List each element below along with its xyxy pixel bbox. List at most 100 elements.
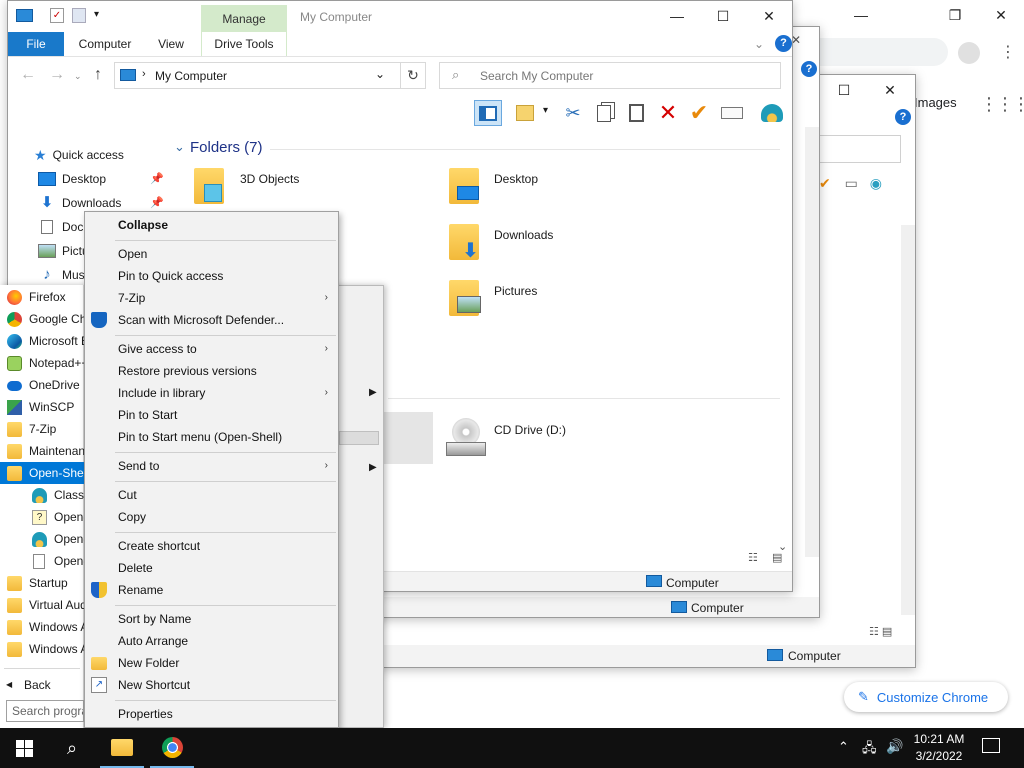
back2-close-button[interactable]: ✕	[867, 75, 913, 105]
menu-new-shortcut[interactable]: ↗ New Shortcut	[85, 674, 338, 696]
chrome-close-button[interactable]: ✕	[978, 0, 1024, 30]
search-box[interactable]: ⌕ Search My Computer	[439, 62, 781, 89]
folder-desktop-label[interactable]: Desktop	[494, 172, 538, 186]
navigation-pane-icon[interactable]	[474, 100, 502, 126]
program-classic-explorer-settings[interactable]: Classic Explorer Settings	[0, 484, 84, 506]
nav-item-documents[interactable]: Doc	[38, 216, 83, 238]
chevron-right-icon[interactable]: ›	[142, 68, 146, 80]
menu-create-shortcut[interactable]: Create shortcut	[85, 535, 338, 557]
back-arrow-icon[interactable]: ←	[20, 66, 36, 84]
program-open-shell[interactable]: Open-Shell	[0, 462, 84, 484]
paste-icon[interactable]	[622, 100, 650, 126]
tray-chevron-up-icon[interactable]: ⌃	[838, 739, 849, 755]
clock-date[interactable]: 3/2/2022	[908, 749, 970, 763]
details-view-icon[interactable]: ☷	[748, 551, 758, 564]
program-edge[interactable]: Microsoft Edge	[0, 330, 84, 352]
program-7zip[interactable]: 7-Zip	[0, 418, 84, 440]
menu-include-library[interactable]: Include in library ›	[85, 382, 338, 404]
folder-3d-objects-label[interactable]: 3D Objects	[240, 172, 299, 186]
qat-dropdown-icon[interactable]: ▾	[94, 9, 99, 20]
menu-restore-versions[interactable]: Restore previous versions	[85, 360, 338, 382]
chrome-minimize-button[interactable]: —	[838, 0, 884, 30]
program-open-shell-help[interactable]: ? Open-Shell Help	[0, 506, 84, 528]
menu-7zip[interactable]: 7-Zip ›	[85, 287, 338, 309]
menu-sort-by-name[interactable]: Sort by Name	[85, 608, 338, 630]
program-startup[interactable]: Startup	[0, 572, 84, 594]
section-title[interactable]: Folders (7)	[190, 139, 263, 156]
menu-pin-quick-access[interactable]: Pin to Quick access	[85, 265, 338, 287]
program-chrome[interactable]: Google Chrome	[0, 308, 84, 330]
nav-item-desktop[interactable]: Desktop	[38, 168, 106, 190]
forward-arrow-icon[interactable]: →	[49, 66, 65, 84]
shell-icon[interactable]: ◉	[870, 175, 882, 191]
back1-scrollbar[interactable]	[805, 127, 819, 557]
menu-new-folder[interactable]: New Folder	[85, 652, 338, 674]
taskbar-file-explorer[interactable]	[100, 728, 144, 768]
chrome-maximize-button[interactable]: ❐	[932, 0, 978, 30]
start-menu-arrow-1[interactable]: ▶	[369, 387, 377, 398]
expand-ribbon-icon[interactable]: ⌄	[754, 37, 764, 51]
nav-quick-access[interactable]: ★ Quick access	[34, 144, 124, 166]
scissors-icon[interactable]: ✂	[559, 100, 587, 126]
customize-chrome-button[interactable]: ✎ Customize Chrome	[844, 682, 1008, 712]
help-icon[interactable]: ?	[775, 35, 792, 52]
folder-desktop-icon[interactable]	[449, 168, 479, 204]
nav-item-pictures[interactable]: Pictu	[38, 240, 89, 262]
back1-help-icon[interactable]: ?	[801, 61, 817, 77]
menu-send-to[interactable]: Send to ›	[85, 455, 338, 477]
volume-icon[interactable]: 🔊	[886, 738, 903, 755]
recent-dropdown-icon[interactable]: ⌄	[74, 71, 82, 82]
nav-item-music[interactable]: ♪ Mus	[38, 264, 84, 286]
pin-icon[interactable]: 📌	[150, 172, 164, 185]
pin-icon[interactable]: 📌	[150, 196, 164, 209]
tab-view[interactable]: View	[148, 32, 194, 56]
clock-time[interactable]: 10:21 AM	[908, 732, 970, 746]
properties-qat-icon[interactable]: ✓	[50, 8, 64, 23]
copy-icon[interactable]	[590, 100, 618, 126]
menu-pin-start-open-shell[interactable]: Pin to Start menu (Open-Shell)	[85, 426, 338, 448]
large-icons-view-icon[interactable]: ▤	[772, 551, 782, 564]
view-options-icon[interactable]	[511, 100, 539, 126]
chrome-images-link[interactable]: Images	[914, 95, 957, 110]
rename-icon[interactable]	[718, 100, 746, 126]
program-open-shell-readme[interactable]: Open-Shell Readme	[0, 550, 84, 572]
up-arrow-icon[interactable]: ↑	[94, 66, 102, 84]
folder-pictures-label[interactable]: Pictures	[494, 284, 537, 298]
tab-drive-tools[interactable]: Drive Tools	[201, 32, 287, 56]
folder-downloads-icon[interactable]: ⬇	[449, 224, 479, 262]
cd-drive-label[interactable]: CD Drive (D:)	[494, 423, 566, 437]
chrome-omnibox[interactable]	[800, 38, 948, 66]
back2-view-icons[interactable]: ☷ ▤	[869, 625, 892, 638]
check-icon[interactable]: ✔	[819, 175, 831, 191]
folder-3d-objects-icon[interactable]	[194, 168, 224, 204]
back2-help-icon[interactable]: ?	[895, 109, 911, 125]
program-windows-admin-tools[interactable]: Windows Administrative Tools	[0, 638, 84, 660]
back-button[interactable]: ◀ Back	[0, 674, 84, 696]
program-winscp[interactable]: WinSCP	[0, 396, 84, 418]
program-notepad-plus-plus[interactable]: Notepad++	[0, 352, 84, 374]
new-folder-qat-icon[interactable]	[72, 8, 86, 23]
open-shell-icon[interactable]	[758, 100, 786, 126]
program-open-shell-menu-settings[interactable]: Open-Shell Menu Settings	[0, 528, 84, 550]
section-chevron-icon[interactable]: ⌄	[174, 139, 185, 155]
menu-rename[interactable]: Rename	[85, 579, 338, 601]
start-menu-arrow-2[interactable]: ▶	[369, 462, 377, 473]
notifications-icon[interactable]	[982, 738, 1000, 753]
chevron-down-icon[interactable]: ⌄	[375, 67, 385, 81]
menu-open[interactable]: Open	[85, 243, 338, 265]
close-button[interactable]: ✕	[746, 1, 792, 31]
refresh-button[interactable]: ↻	[400, 62, 426, 89]
tab-computer[interactable]: Computer	[70, 32, 140, 56]
menu-scan-defender[interactable]: Scan with Microsoft Defender...	[85, 309, 338, 331]
windows-start-button[interactable]	[0, 728, 48, 768]
program-firefox[interactable]: Firefox	[0, 286, 84, 308]
network-icon[interactable]: 🖧	[862, 739, 877, 761]
apps-grid-icon[interactable]: ⋮⋮⋮	[980, 94, 1024, 115]
minimize-button[interactable]: —	[654, 1, 700, 31]
menu-properties[interactable]: Properties	[85, 703, 338, 725]
program-virtual-audio[interactable]: Virtual Audio	[0, 594, 84, 616]
folder-downloads-label[interactable]: Downloads	[494, 228, 553, 242]
maximize-button[interactable]: ☐	[700, 1, 746, 31]
cd-drive-icon[interactable]	[446, 418, 488, 460]
program-windows-accessories[interactable]: Windows Accessories	[0, 616, 84, 638]
